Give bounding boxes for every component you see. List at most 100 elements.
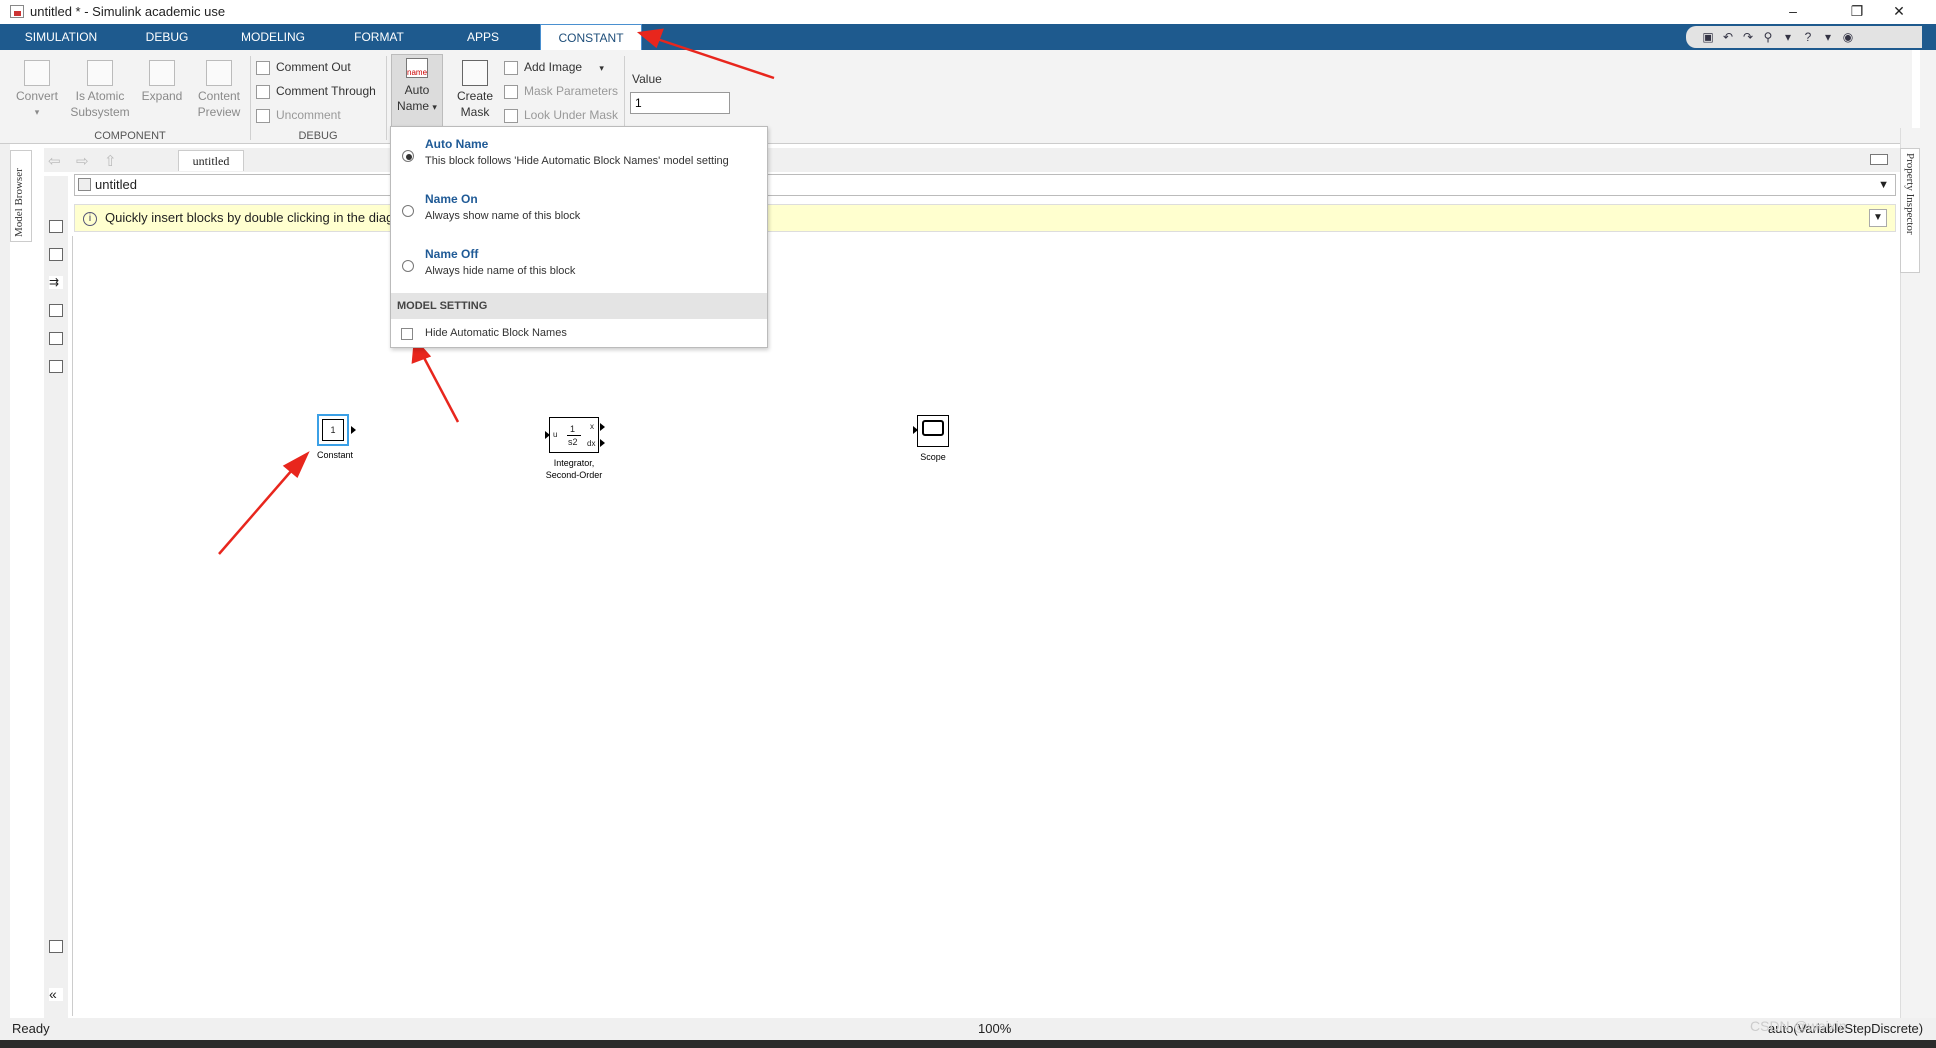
add-image-button[interactable]: Add Image ▾ [504, 56, 604, 78]
tab-debug[interactable]: DEBUG [120, 24, 214, 50]
expand-button[interactable]: Expand [138, 60, 186, 104]
status-ready: Ready [12, 1021, 50, 1036]
signal-arrow-icon[interactable]: ⇉ [49, 276, 63, 289]
arrow-to-constant [218, 461, 300, 555]
chevron-down-icon[interactable]: ▼ [1878, 175, 1889, 195]
radio-auto-name[interactable] [402, 150, 414, 162]
up-arrow-icon[interactable]: ⇧ [104, 152, 117, 170]
search-icon[interactable]: ⚲ [1758, 26, 1778, 48]
area-icon[interactable] [49, 360, 63, 373]
watermark: CSDN @weixin [1750, 1018, 1847, 1034]
status-bar: Ready 100% auto(VariableStepDiscrete) [0, 1018, 1936, 1040]
content-preview-icon [206, 60, 232, 86]
undo-icon[interactable]: ↶ [1718, 26, 1738, 48]
forward-arrow-icon[interactable]: ⇨ [76, 152, 89, 170]
tab-apps[interactable]: APPS [436, 24, 530, 50]
convert-button[interactable]: Convert ▾ [12, 60, 62, 120]
option-name-on[interactable]: Name On Always show name of this block [391, 182, 767, 236]
minimize-button[interactable]: – [1770, 0, 1816, 24]
collapse-icon[interactable]: « [49, 987, 63, 1001]
comment-through-icon [256, 84, 270, 99]
model-setting-header: MODEL SETTING [391, 293, 767, 319]
auto-name-icon: name [406, 58, 428, 78]
help-icon[interactable]: ? [1798, 26, 1818, 48]
camera-icon[interactable] [49, 940, 63, 953]
tab-modeling[interactable]: MODELING [220, 24, 326, 50]
create-mask-icon [462, 60, 488, 86]
chevron-down-icon[interactable]: ▼ [1869, 209, 1887, 227]
arrow-to-constant-tab [653, 36, 775, 80]
radio-name-off[interactable] [402, 260, 414, 272]
model-canvas[interactable]: 1 Constant u 1 s2 x dx Integrator, Secon… [72, 236, 1898, 1016]
group-separator [386, 56, 387, 140]
comment-out-button[interactable]: Comment Out [256, 56, 351, 78]
auto-name-dropdown: Auto Name This block follows 'Hide Autom… [390, 126, 768, 348]
mask-parameters-button[interactable]: Mask Parameters [504, 80, 618, 102]
auto-name-button[interactable]: name Auto Name ▾ [391, 54, 443, 128]
tab-simulation[interactable]: SIMULATION [8, 24, 114, 50]
model-tab-untitled[interactable]: untitled [178, 150, 244, 171]
zoom-icon[interactable] [49, 220, 63, 233]
left-dock [0, 144, 10, 1030]
address-bar[interactable]: untitled ▼ [74, 174, 1896, 196]
window-title: untitled * - Simulink academic use [30, 4, 226, 19]
group-separator [250, 56, 251, 140]
annotation-arrows [218, 336, 460, 555]
chevron-down-icon[interactable]: ▾ [1818, 26, 1838, 48]
zoom-level[interactable]: 100% [978, 1018, 1011, 1040]
content-preview-button[interactable]: Content Preview [192, 60, 246, 120]
value-input[interactable] [630, 92, 730, 114]
tab-format[interactable]: FORMAT [330, 24, 428, 50]
atomic-subsystem-icon [87, 60, 113, 86]
restore-button[interactable]: ❐ [1834, 0, 1880, 24]
title-bar: untitled * - Simulink academic use – ❐ ✕ [0, 0, 1936, 24]
look-under-mask-button[interactable]: Look Under Mask [504, 104, 618, 126]
model-browser-tab[interactable]: Model Browser [10, 150, 32, 242]
radio-name-on[interactable] [402, 205, 414, 217]
hide-automatic-block-names-option[interactable]: Hide Automatic Block Names [391, 321, 767, 347]
create-mask-button[interactable]: Create Mask [452, 60, 498, 120]
expand-icon [149, 60, 175, 86]
expand-ribbon-icon[interactable]: ◉ [1838, 26, 1858, 48]
property-inspector-tab[interactable]: Property Inspector [1900, 148, 1920, 273]
keyboard-icon[interactable] [1870, 154, 1888, 165]
palette-toolbar: ⇉ « [44, 176, 68, 1026]
redo-icon[interactable]: ↷ [1738, 26, 1758, 48]
hide-automatic-block-names-checkbox[interactable] [401, 328, 413, 340]
arrow-to-checkbox [419, 351, 460, 423]
close-button[interactable]: ✕ [1876, 0, 1922, 24]
chevron-down-icon[interactable]: ▾ [1778, 26, 1798, 48]
is-atomic-subsystem-button[interactable]: Is Atomic Subsystem [68, 60, 132, 120]
explorer-bar: ⇦ ⇨ ⇧ untitled [44, 148, 1912, 172]
annotation-icon[interactable] [49, 304, 63, 317]
hint-banner: i Quickly insert blocks by double clicki… [74, 204, 1896, 232]
chevron-down-icon: ▾ [34, 107, 40, 117]
mask-parameters-icon [504, 84, 518, 99]
component-group-label: COMPONENT [94, 130, 166, 142]
image-icon [504, 60, 518, 75]
debug-group-label: DEBUG [298, 130, 338, 142]
down-arrow-icon [504, 108, 518, 123]
annotation-arrow-tab [636, 28, 775, 80]
image-icon[interactable] [49, 332, 63, 345]
simulink-app-icon [10, 5, 24, 18]
comment-through-button[interactable]: Comment Through [256, 80, 376, 102]
ribbon-tab-strip: SIMULATION DEBUG MODELING FORMAT APPS CO… [0, 24, 1936, 50]
chevron-down-icon: ▾ [599, 63, 604, 73]
info-icon: i [83, 212, 97, 226]
taskbar [0, 1040, 1936, 1048]
save-icon[interactable]: ▣ [1698, 26, 1718, 48]
comment-out-icon [256, 60, 270, 75]
convert-icon [24, 60, 50, 86]
quick-access-toolbar: ▣ ↶ ↷ ⚲ ▾? ▾ ◉ [1686, 26, 1922, 48]
ribbon: Convert ▾ Is Atomic Subsystem Expand Con… [0, 50, 1912, 144]
arrow-head [636, 28, 664, 49]
option-auto-name[interactable]: Auto Name This block follows 'Hide Autom… [391, 127, 767, 181]
uncomment-button[interactable]: Uncomment [256, 104, 341, 126]
model-icon [78, 178, 91, 191]
option-name-off[interactable]: Name Off Always hide name of this block [391, 237, 767, 291]
uncomment-icon [256, 108, 270, 123]
fit-to-view-icon[interactable] [49, 248, 63, 261]
back-arrow-icon[interactable]: ⇦ [48, 152, 61, 170]
window-scrollbar[interactable] [1920, 50, 1936, 1030]
